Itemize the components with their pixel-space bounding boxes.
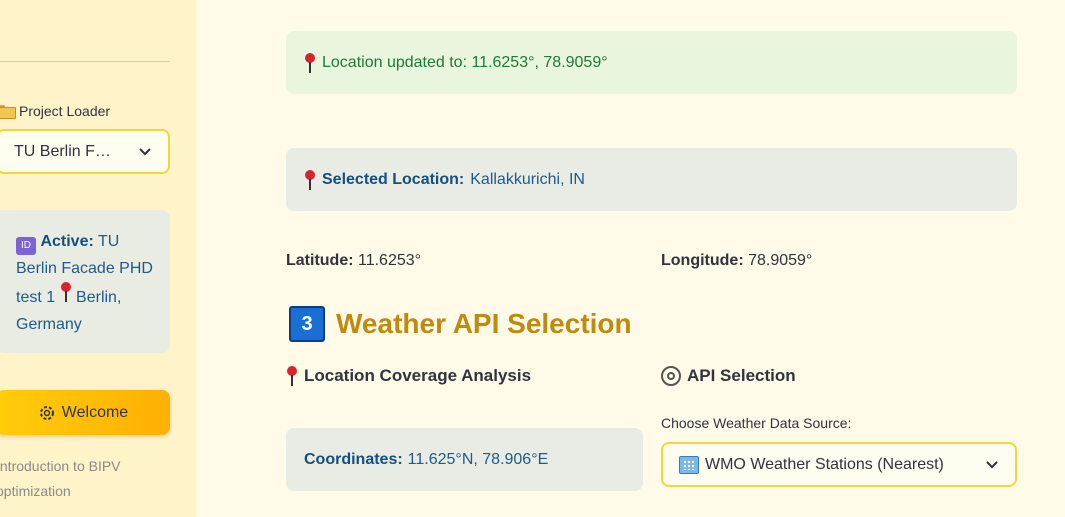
sidebar-divider [0, 61, 170, 62]
number-three-icon: 3 [289, 306, 325, 342]
latitude-row: Latitude: 11.6253° [286, 252, 421, 270]
coordinates-label: Coordinates: [304, 450, 403, 468]
longitude-label: Longitude: [661, 252, 744, 269]
building-icon [679, 455, 699, 474]
section-title: Weather API Selection [336, 308, 632, 339]
section-heading: 3 Weather API Selection [289, 306, 632, 342]
pin-icon [286, 366, 298, 386]
weather-source-select[interactable]: WMO Weather Stations (Nearest) [661, 442, 1017, 487]
sidebar: Project Loader TU Berlin F… ID Active: T… [0, 0, 196, 517]
selected-location-alert: Selected Location: Kallakkurichi, IN [286, 148, 1017, 211]
longitude-value: 78.9059° [748, 252, 813, 269]
welcome-label: Welcome [61, 403, 129, 421]
active-label: Active: [40, 233, 94, 250]
pin-icon [304, 52, 316, 73]
selected-location-value: Kallakkurichi, IN [470, 170, 585, 188]
location-updated-text: Location updated to: 11.6253°, 78.9059° [322, 53, 608, 71]
coordinates-value: 11.625°N, 78.906°E [407, 450, 549, 468]
welcome-button[interactable]: Welcome [0, 390, 170, 435]
latitude-value: 11.6253° [358, 252, 422, 269]
selected-location-label: Selected Location: [322, 170, 465, 188]
pin-icon [60, 282, 72, 302]
pin-icon [304, 169, 316, 190]
coverage-heading: Location Coverage Analysis [286, 366, 531, 386]
id-icon: ID [16, 237, 36, 255]
active-project-info: ID Active: TU Berlin Facade PHD test 1 B… [0, 210, 170, 353]
gear-icon [39, 405, 54, 420]
project-loader-text: Project Loader [19, 103, 111, 119]
folder-icon [0, 105, 16, 119]
chevron-down-icon [986, 461, 998, 469]
api-heading-text: API Selection [687, 366, 796, 385]
location-updated-alert: Location updated to: 11.6253°, 78.9059° [286, 31, 1017, 94]
gear-icon [661, 366, 681, 386]
main-content: Location updated to: 11.6253°, 78.9059° … [196, 0, 1065, 517]
coordinates-box: Coordinates: 11.625°N, 78.906°E [286, 428, 643, 491]
longitude-row: Longitude: 78.9059° [661, 252, 812, 270]
project-loader-label: Project Loader [0, 103, 110, 119]
welcome-description: Introduction to BIPV optimization [0, 458, 121, 499]
project-select-value: TU Berlin F… [14, 142, 111, 160]
coverage-heading-text: Location Coverage Analysis [304, 366, 532, 385]
weather-source-value: WMO Weather Stations (Nearest) [705, 455, 944, 473]
latitude-label: Latitude: [286, 252, 354, 269]
api-field-label: Choose Weather Data Source: [661, 415, 852, 431]
project-select[interactable]: TU Berlin F… [0, 129, 170, 174]
api-heading: API Selection [661, 366, 796, 386]
chevron-down-icon [139, 148, 151, 156]
